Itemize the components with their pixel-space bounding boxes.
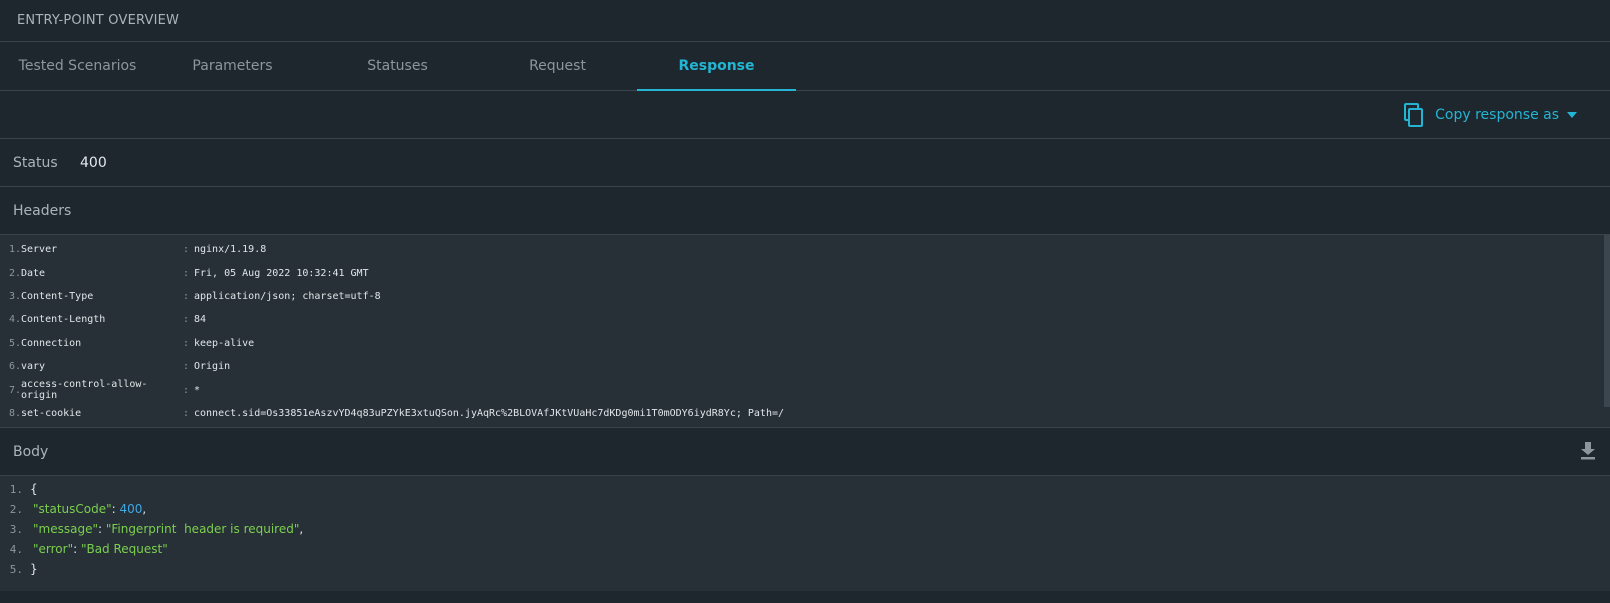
header-separator: :: [183, 314, 190, 326]
status-row: Status 400: [0, 139, 1610, 187]
json-number: 400: [119, 502, 143, 516]
header-key: Connection: [21, 337, 82, 349]
response-body: 1. { 2. "statusCode" : 400 , 3. "message…: [0, 476, 1610, 591]
line-number: 3.: [8, 290, 21, 302]
header-row: 1. Server : nginx/1.19.8: [0, 238, 1610, 261]
json-brace: {: [30, 482, 38, 496]
header-value: application/json; charset=utf-8: [194, 290, 381, 302]
line-number: 2.: [8, 267, 21, 279]
header-key: access-control-allow-origin: [21, 379, 148, 402]
header-key: Server: [21, 244, 58, 256]
header-key: Content-Type: [21, 290, 94, 302]
header-row: 4. Content-Length : 84: [0, 308, 1610, 331]
headers-scrollbar[interactable]: [1604, 235, 1610, 407]
headers-list: 1. Server : nginx/1.19.8 2. Date : Fri, …: [0, 235, 1610, 428]
header-separator: :: [183, 337, 190, 349]
line-number: 1.: [9, 482, 23, 496]
header-separator: :: [183, 267, 190, 279]
header-key: set-cookie: [21, 407, 82, 419]
header-row: 7. access-control-allow-origin : *: [0, 378, 1610, 401]
json-line: 1. {: [0, 479, 1610, 499]
download-icon[interactable]: [1580, 442, 1596, 460]
line-number: 2.: [9, 502, 23, 516]
json-line: 2. "statusCode" : 400 ,: [0, 499, 1610, 519]
json-line: 3. "message" : "Fingerprint header is re…: [0, 519, 1610, 539]
body-title: Body: [13, 443, 49, 460]
header-separator: :: [183, 407, 190, 419]
copy-response-button[interactable]: Copy response as: [1404, 101, 1588, 129]
json-line: 5. }: [0, 559, 1610, 579]
header-value: keep-alive: [194, 337, 255, 349]
json-key: "statusCode": [33, 502, 112, 516]
json-key: "message": [33, 522, 98, 536]
response-toolbar: Copy response as: [0, 91, 1610, 139]
line-number: 5.: [8, 337, 21, 349]
json-string: "Bad Request": [80, 542, 168, 556]
copy-icon: [1404, 103, 1424, 127]
json-string: "Fingerprint header is required": [105, 522, 300, 536]
tab-tested-scenarios[interactable]: Tested Scenarios: [0, 42, 155, 90]
json-comma: ,: [142, 502, 147, 516]
header-row: 6. vary : Origin: [0, 355, 1610, 378]
header-separator: :: [183, 244, 190, 256]
status-code: 400: [80, 154, 107, 171]
line-number: 3.: [9, 522, 23, 536]
line-number: 7.: [8, 384, 21, 396]
json-line: 4. "error" : "Bad Request": [0, 539, 1610, 559]
json-colon: :: [111, 502, 120, 516]
header-value: connect.sid=Os33851eAszvYD4q83uPZYkE3xtu…: [194, 407, 785, 419]
json-brace: }: [30, 562, 38, 576]
line-number: 4.: [8, 314, 21, 326]
copy-response-label: Copy response as: [1435, 107, 1559, 123]
headers-title: Headers: [13, 202, 72, 219]
header-value: Fri, 05 Aug 2022 10:32:41 GMT: [194, 267, 369, 279]
header-row: 8. set-cookie : connect.sid=Os33851eAszv…: [0, 402, 1610, 425]
header-separator: :: [183, 361, 190, 373]
line-number: 1.: [8, 244, 21, 256]
header-key: vary: [21, 361, 46, 373]
header-value: 84: [194, 314, 207, 326]
tab-statuses[interactable]: Statuses: [320, 42, 475, 90]
line-number: 8.: [8, 407, 21, 419]
header-key: Content-Length: [21, 314, 106, 326]
header-key: Date: [21, 267, 46, 279]
header-row: 2. Date : Fri, 05 Aug 2022 10:32:41 GMT: [0, 261, 1610, 284]
header-value: Origin: [194, 361, 231, 373]
json-colon: :: [97, 522, 106, 536]
caret-down-icon: [1567, 112, 1577, 118]
line-number: 4.: [9, 542, 23, 556]
headers-section-title: Headers: [0, 187, 1610, 235]
tab-request[interactable]: Request: [480, 42, 635, 90]
header-value: *: [194, 384, 201, 396]
header-separator: :: [183, 384, 190, 396]
body-section-title: Body: [0, 428, 1610, 476]
tab-response[interactable]: Response: [637, 42, 796, 91]
line-number: 5.: [9, 562, 23, 576]
tab-parameters[interactable]: Parameters: [155, 42, 310, 90]
header-value: nginx/1.19.8: [194, 244, 267, 256]
json-colon: :: [73, 542, 81, 556]
tab-bar: Tested Scenarios Parameters Statuses Req…: [0, 42, 1610, 91]
json-comma: ,: [299, 522, 304, 536]
page-title: ENTRY-POINT OVERVIEW: [0, 0, 1610, 42]
json-key: "error": [33, 542, 74, 556]
status-label: Status: [13, 154, 58, 171]
header-row: 3. Content-Type : application/json; char…: [0, 285, 1610, 308]
line-number: 6.: [8, 361, 21, 373]
header-row: 5. Connection : keep-alive: [0, 332, 1610, 355]
header-separator: :: [183, 290, 190, 302]
